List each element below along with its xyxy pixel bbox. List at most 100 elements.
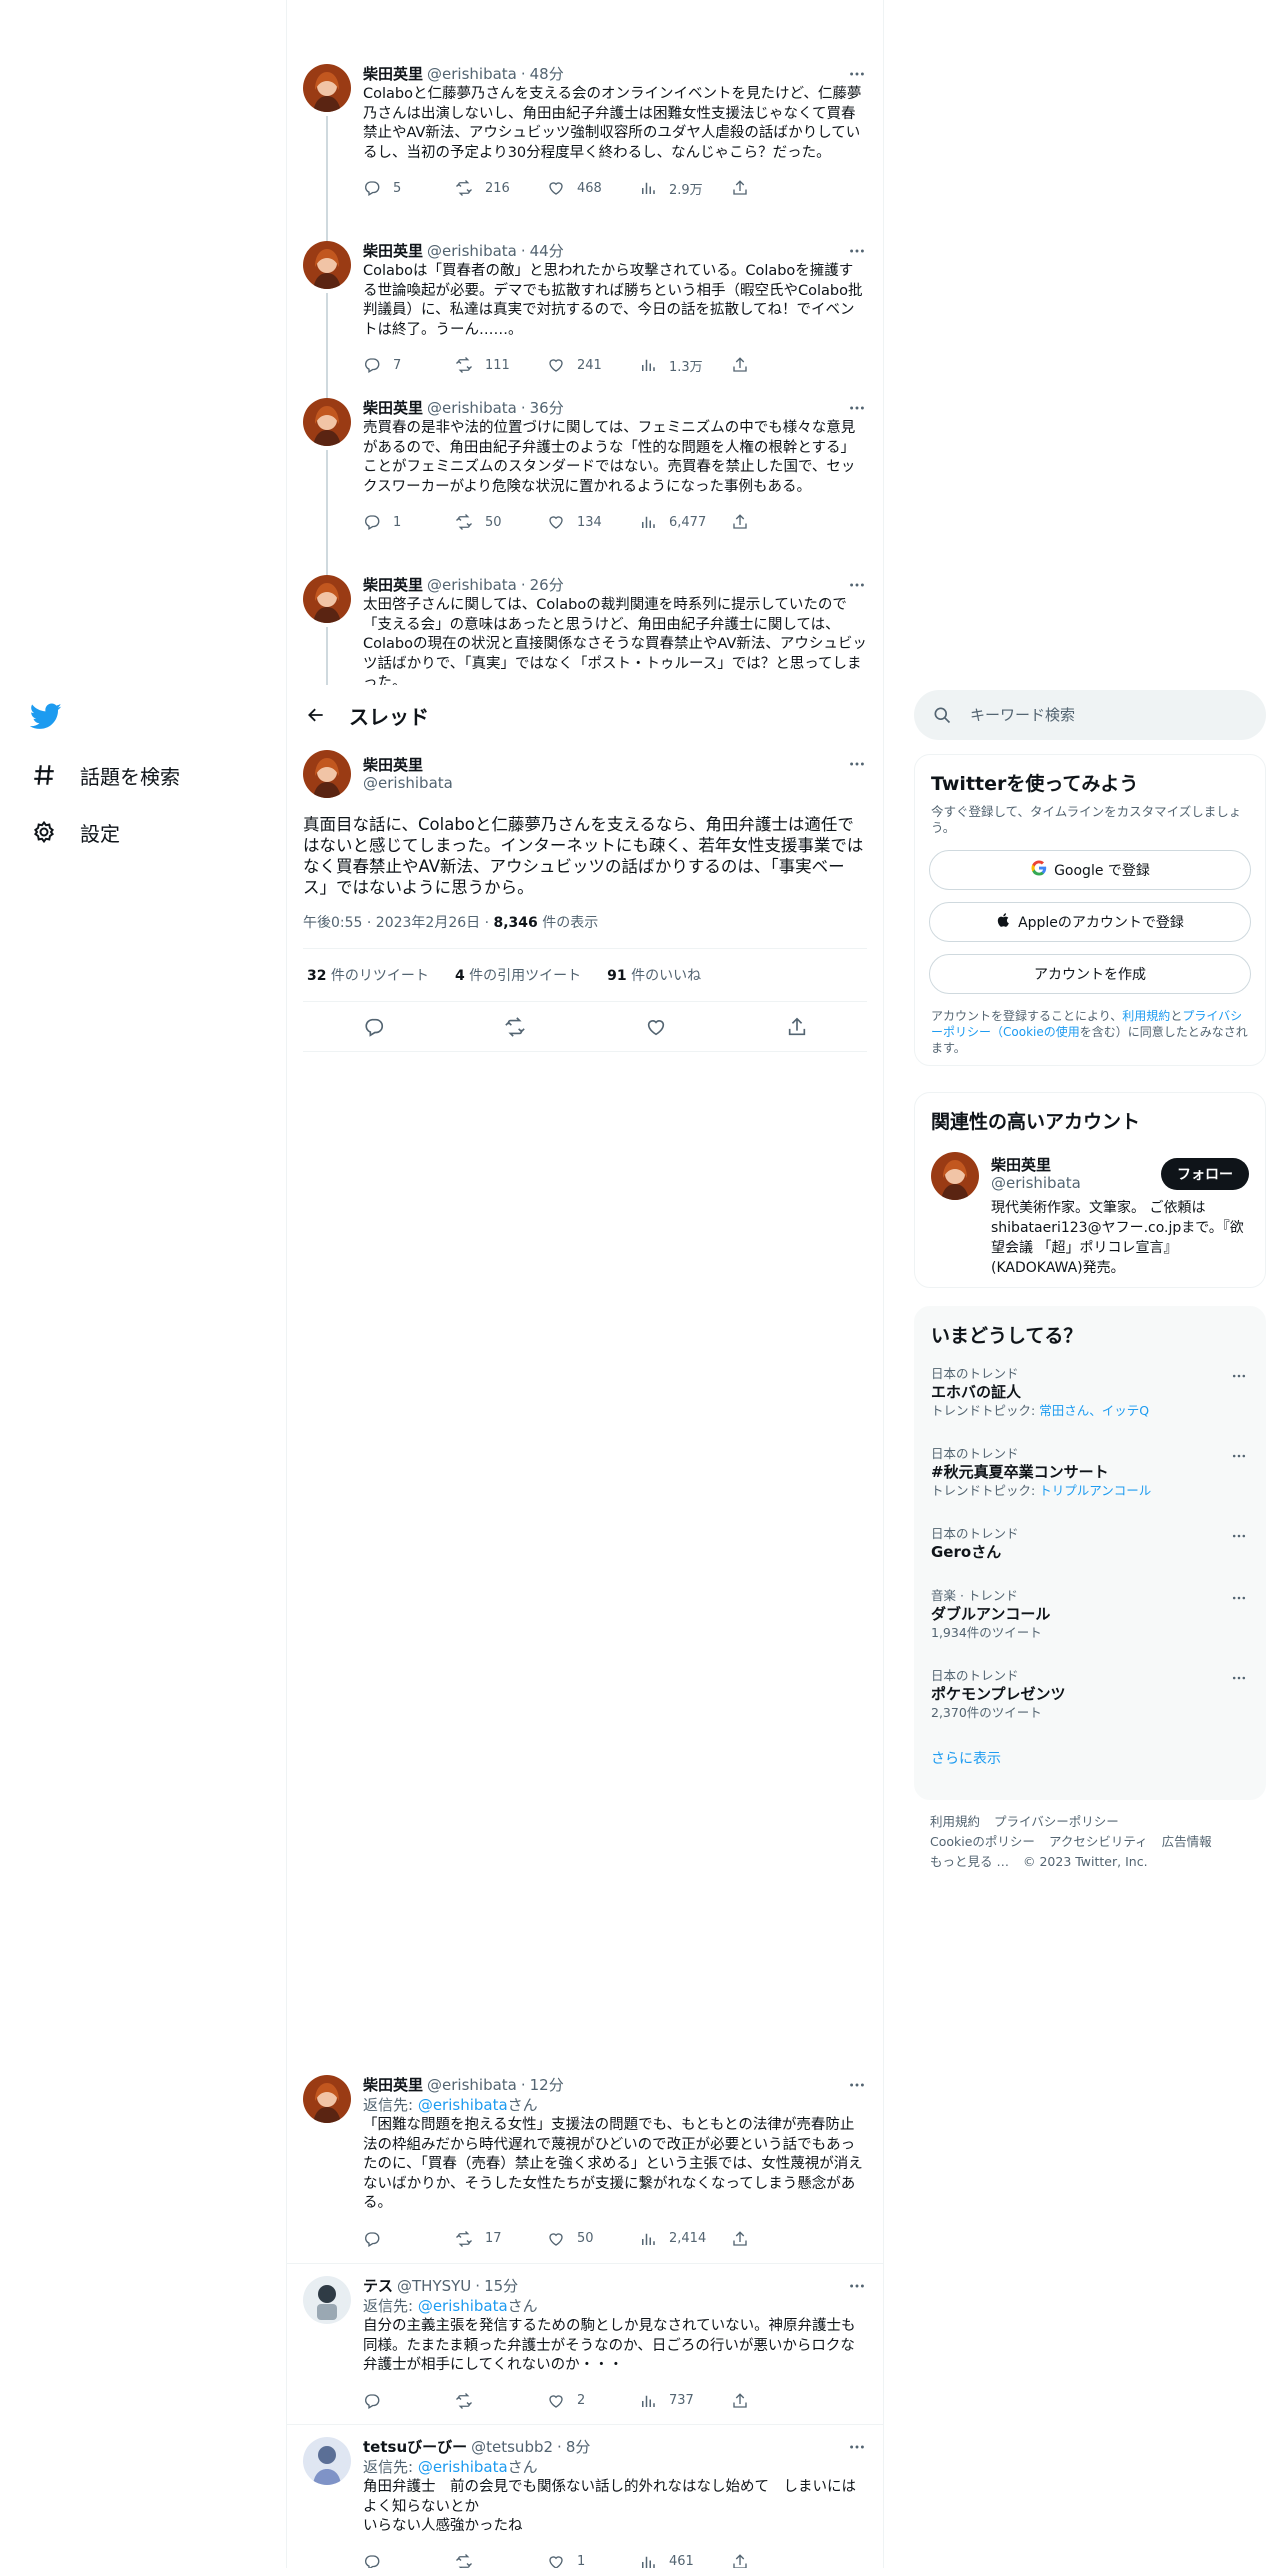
more-options-icon[interactable] bbox=[847, 2075, 867, 2095]
like-button[interactable]: 241 bbox=[547, 356, 639, 374]
tweet-time[interactable]: 15分 bbox=[484, 2276, 518, 2296]
more-options-icon[interactable] bbox=[847, 64, 867, 84]
search-input[interactable] bbox=[970, 706, 1230, 724]
views-button[interactable]: 6,477 bbox=[639, 513, 731, 531]
thread-tweet[interactable]: 柴田英里 @erishibata · 48分 Colaboと仁藤夢乃さんを支える会のオ… bbox=[287, 64, 883, 242]
author-name[interactable]: 柴田英里 bbox=[363, 575, 423, 595]
tweet-time[interactable]: 44分 bbox=[530, 241, 564, 261]
like-button[interactable]: 50 bbox=[547, 2230, 639, 2248]
views-button[interactable]: 2.9万 bbox=[639, 179, 731, 198]
trend-item[interactable]: 音楽 · トレンド ダブルアンコール 1,934件のツイート bbox=[931, 1588, 1249, 1642]
retweet-icon[interactable] bbox=[500, 1012, 530, 1042]
more-options-icon[interactable] bbox=[847, 575, 867, 595]
reply-button[interactable]: 7 bbox=[363, 356, 455, 374]
avatar[interactable] bbox=[303, 241, 351, 289]
tweet-time[interactable]: 8分 bbox=[566, 2437, 591, 2457]
tweet-timestamp[interactable]: 午後0:55 · 2023年2月26日 · bbox=[303, 915, 494, 931]
trend-item[interactable]: 日本のトレンド Geroさん bbox=[931, 1526, 1249, 1562]
author-handle[interactable]: @erishibata bbox=[363, 774, 453, 792]
retweet-button[interactable] bbox=[455, 2553, 547, 2568]
mention-link[interactable]: @erishibata bbox=[418, 2096, 508, 2114]
tweet-time[interactable]: 36分 bbox=[530, 398, 564, 418]
avatar[interactable] bbox=[303, 575, 351, 623]
share-button[interactable] bbox=[731, 513, 761, 531]
share-button[interactable] bbox=[731, 2230, 761, 2248]
author-name[interactable]: 柴田英里 bbox=[363, 754, 423, 775]
nav-settings[interactable]: 設定 bbox=[30, 812, 120, 852]
reply-button[interactable] bbox=[363, 2230, 455, 2248]
more-options-icon[interactable] bbox=[1229, 1526, 1249, 1546]
reply-button[interactable]: 5 bbox=[363, 179, 455, 197]
reply-button[interactable]: 1 bbox=[363, 513, 455, 531]
apple-signup-button[interactable]: Appleのアカウントで登録 bbox=[929, 902, 1251, 942]
author-name[interactable]: 柴田英里 bbox=[363, 398, 423, 418]
views-button[interactable]: 461 bbox=[639, 2553, 731, 2568]
retweet-button[interactable]: 50 bbox=[455, 513, 547, 531]
avatar[interactable] bbox=[303, 2075, 351, 2123]
footer-accessibility[interactable]: アクセシビリティ bbox=[1049, 1834, 1148, 1849]
trend-item[interactable]: 日本のトレンド ポケモンプレゼンツ 2,370件のツイート bbox=[931, 1668, 1249, 1722]
account-name[interactable]: 柴田英里 bbox=[991, 1154, 1051, 1175]
twitter-logo-icon[interactable] bbox=[29, 700, 66, 736]
views-button[interactable]: 737 bbox=[639, 2392, 731, 2410]
share-button[interactable] bbox=[731, 179, 761, 197]
more-options-icon[interactable] bbox=[1229, 1668, 1249, 1688]
share-button[interactable] bbox=[731, 2392, 761, 2410]
footer-ads[interactable]: 広告情報 bbox=[1162, 1834, 1212, 1849]
avatar[interactable] bbox=[303, 2276, 351, 2324]
retweets-stat[interactable]: 32 件のリツイート bbox=[307, 965, 429, 985]
mention-link[interactable]: @erishibata bbox=[418, 2297, 508, 2315]
author-handle[interactable]: @erishibata bbox=[427, 241, 517, 261]
retweet-button[interactable]: 17 bbox=[455, 2230, 547, 2248]
google-signup-button[interactable]: Google で登録 bbox=[929, 850, 1251, 890]
reply-icon[interactable] bbox=[359, 1012, 389, 1042]
thread-tweet[interactable]: 柴田英里 @erishibata · 44分 Colaboは「買春者の敵」と思われたか… bbox=[287, 241, 883, 399]
trend-item[interactable]: 日本のトレンド #秋元真夏卒業コンサート トレンドトピック: トリプルアンコール bbox=[931, 1446, 1249, 1500]
follow-button[interactable]: フォロー bbox=[1161, 1158, 1249, 1190]
more-options-icon[interactable] bbox=[847, 398, 867, 418]
more-options-icon[interactable] bbox=[847, 2276, 867, 2296]
more-options-icon[interactable] bbox=[847, 241, 867, 261]
more-options-icon[interactable] bbox=[1229, 1588, 1249, 1608]
avatar[interactable] bbox=[303, 750, 351, 798]
account-item[interactable]: 柴田英里 @erishibata フォロー 現代美術作家。文筆家。 ご依頼はsh… bbox=[931, 1152, 1249, 1282]
terms-link[interactable]: 利用規約 bbox=[1122, 1009, 1170, 1023]
reply-tweet[interactable]: 柴田英里 @erishibata · 12分 返信先: @erishibataさん 「… bbox=[287, 2075, 883, 2255]
retweet-button[interactable]: 216 bbox=[455, 179, 547, 197]
views-button[interactable]: 2,414 bbox=[639, 2230, 731, 2248]
reply-tweet[interactable]: テス @THYSYU · 15分 返信先: @erishibataさん 自分の主義主張… bbox=[287, 2276, 883, 2416]
likes-stat[interactable]: 91 件のいいね bbox=[607, 965, 701, 985]
author-name[interactable]: 柴田英里 bbox=[363, 241, 423, 261]
tweet-time[interactable]: 26分 bbox=[530, 575, 564, 595]
search-bar[interactable] bbox=[914, 690, 1266, 740]
thread-tweet[interactable]: 柴田英里 @erishibata · 26分 太田啓子さんに関しては、Colaboの裁… bbox=[287, 575, 883, 685]
share-button[interactable] bbox=[731, 356, 761, 374]
share-icon[interactable] bbox=[782, 1012, 812, 1042]
more-options-icon[interactable] bbox=[847, 754, 867, 774]
footer-terms[interactable]: 利用規約 bbox=[930, 1814, 980, 1829]
account-handle[interactable]: @erishibata bbox=[991, 1174, 1081, 1192]
footer-cookie[interactable]: Cookieのポリシー bbox=[930, 1834, 1035, 1849]
author-handle[interactable]: @THYSYU bbox=[397, 2276, 471, 2296]
avatar[interactable] bbox=[931, 1152, 979, 1200]
author-name[interactable]: テス bbox=[363, 2276, 393, 2296]
author-name[interactable]: tetsuびーびー bbox=[363, 2437, 467, 2457]
author-handle[interactable]: @erishibata bbox=[427, 2075, 517, 2095]
share-button[interactable] bbox=[731, 2553, 761, 2568]
tweet-time[interactable]: 12分 bbox=[530, 2075, 564, 2095]
mention-link[interactable]: @erishibata bbox=[418, 2458, 508, 2476]
author-handle[interactable]: @erishibata bbox=[427, 398, 517, 418]
more-options-icon[interactable] bbox=[1229, 1446, 1249, 1466]
more-options-icon[interactable] bbox=[847, 2437, 867, 2457]
avatar[interactable] bbox=[303, 64, 351, 112]
footer-privacy[interactable]: プライバシーポリシー bbox=[994, 1814, 1119, 1829]
like-button[interactable]: 2 bbox=[547, 2392, 639, 2410]
tweet-time[interactable]: 48分 bbox=[530, 64, 564, 84]
reply-button[interactable] bbox=[363, 2392, 455, 2410]
nav-explore[interactable]: 話題を検索 bbox=[30, 755, 180, 795]
trend-item[interactable]: 日本のトレンド エホバの証人 トレンドトピック: 常田さん、イッテQ bbox=[931, 1366, 1249, 1420]
author-name[interactable]: 柴田英里 bbox=[363, 2075, 423, 2095]
reply-button[interactable] bbox=[363, 2553, 455, 2568]
reply-tweet[interactable]: tetsuびーびー @tetsubb2 · 8分 返信先: @erishibataさん… bbox=[287, 2437, 883, 2568]
retweet-button[interactable]: 111 bbox=[455, 356, 547, 374]
